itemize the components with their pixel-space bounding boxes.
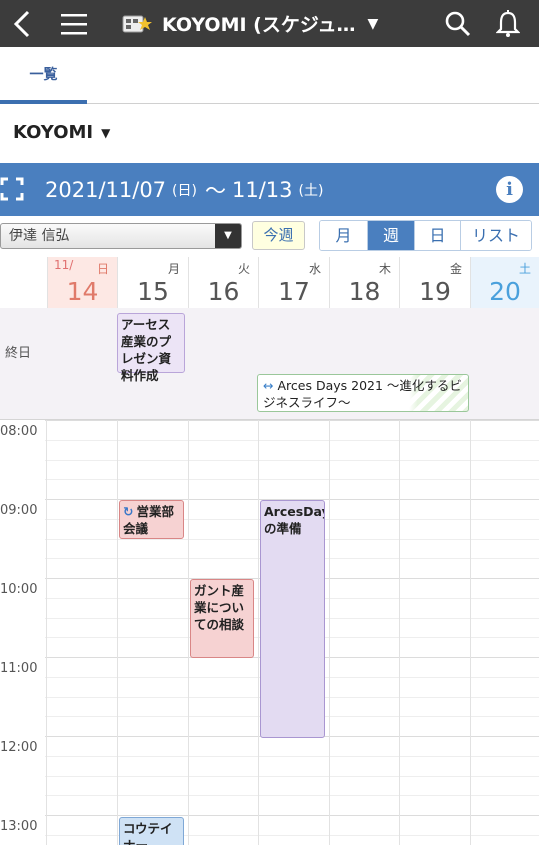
week-start-date: 2021/11/07: [45, 177, 167, 202]
bell-icon: [496, 9, 520, 37]
chevron-down-icon: ▼: [101, 125, 111, 140]
day-number: 14: [66, 277, 99, 306]
allday-label: 終日: [5, 346, 32, 361]
calendar-event[interactable]: ArcesDaysの準備: [260, 500, 325, 738]
search-button[interactable]: [438, 0, 478, 47]
time-label: 13:00: [0, 819, 38, 834]
view-list-button[interactable]: リスト: [461, 221, 531, 250]
week-end-date: 11/13: [231, 177, 293, 202]
notification-button[interactable]: [488, 0, 528, 47]
span-arrow-icon: ↔: [263, 378, 274, 393]
day-column-header[interactable]: 11/ 日 14: [47, 257, 117, 308]
day-number: 19: [419, 277, 451, 306]
week-header: 2021/11/07 (日) 〜 11/13 (土) i: [0, 163, 539, 216]
time-label: 12:00: [0, 740, 38, 755]
calendar-event[interactable]: ↻ 営業部会議: [119, 500, 184, 539]
month-label: 11/: [54, 258, 74, 272]
time-label: 10:00: [0, 582, 38, 597]
day-column-header[interactable]: 月 15: [117, 257, 188, 308]
week-range: 2021/11/07 (日) 〜 11/13 (土): [45, 163, 325, 216]
time-label: 09:00: [0, 503, 38, 518]
back-button[interactable]: [4, 0, 40, 47]
calendar-event[interactable]: ガント産業についての相談: [190, 579, 254, 658]
day-of-week: 月: [167, 262, 180, 276]
day-number: 17: [278, 277, 310, 306]
week-separator: 〜: [204, 178, 226, 203]
menu-button[interactable]: [56, 0, 92, 47]
day-of-week: 土: [518, 262, 531, 276]
day-header: 11/ 日 14 月 15 火 16 水 17 木 18 金 19 土 20: [0, 257, 539, 308]
time-label: 11:00: [0, 661, 38, 676]
calendar-event[interactable]: コウテイナー: [119, 817, 184, 845]
time-grid: 08:00 09:00 10:00 11:00 12:00 13:00 ↻ 営業部…: [0, 420, 539, 845]
top-bar: KOYOMI (スケジュ… ▼: [0, 0, 539, 47]
tab-bar: 一覧: [0, 47, 539, 104]
calendar-selector-label: KOYOMI: [13, 122, 94, 143]
user-select-value: 伊達 信弘: [9, 228, 70, 244]
menu-icon: [61, 13, 87, 34]
chevron-down-icon: ▼: [215, 224, 241, 248]
allday-event[interactable]: アーセス産業のプレゼン資料作成: [117, 313, 185, 383]
expand-icon[interactable]: [0, 177, 24, 201]
day-of-week: 火: [237, 262, 250, 276]
view-switcher: 月 週 日 リスト: [319, 220, 532, 251]
day-column-header[interactable]: 木 18: [329, 257, 399, 308]
view-month-button[interactable]: 月: [320, 221, 368, 250]
view-day-button[interactable]: 日: [415, 221, 461, 250]
allday-area: 終日 アーセス産業のプレゼン資料作成 ↔ Arces Days 2021 〜進化す…: [0, 308, 539, 420]
this-week-button[interactable]: 今週: [252, 221, 305, 250]
day-of-week: 水: [308, 262, 321, 276]
app-switcher[interactable]: KOYOMI (スケジュ… ▼: [122, 0, 410, 47]
calendar-selector[interactable]: KOYOMI ▼: [13, 122, 110, 143]
info-icon[interactable]: i: [496, 176, 523, 203]
day-column-header[interactable]: 水 17: [258, 257, 329, 308]
repeat-icon: ↻: [123, 504, 134, 519]
day-column-header[interactable]: 土 20: [470, 257, 539, 308]
day-number: 16: [207, 277, 240, 306]
day-of-week: 日: [96, 262, 109, 276]
week-end-dow: (土): [298, 182, 324, 199]
day-number: 15: [137, 277, 169, 306]
day-column-header[interactable]: 金 19: [399, 257, 470, 308]
back-icon: [13, 10, 30, 37]
chevron-down-icon: ▼: [367, 15, 379, 32]
day-number: 20: [489, 277, 521, 306]
app-icon: [122, 15, 152, 32]
allday-event[interactable]: ↔ Arces Days 2021 〜進化するビジネスライフ〜: [257, 374, 469, 412]
view-week-button[interactable]: 週: [368, 221, 415, 250]
time-label: 08:00: [0, 424, 38, 439]
week-start-dow: (日): [172, 182, 197, 199]
search-icon: [445, 11, 471, 36]
day-of-week: 木: [378, 262, 391, 276]
app-title: KOYOMI (スケジュ…: [162, 14, 356, 36]
day-number: 18: [348, 277, 381, 306]
user-select[interactable]: 伊達 信弘 ▼: [0, 223, 242, 249]
day-of-week: 金: [449, 262, 462, 276]
day-column-header[interactable]: 火 16: [188, 257, 258, 308]
tab-list[interactable]: 一覧: [0, 47, 87, 104]
event-title: Arces Days 2021 〜進化するビジネスライフ〜: [263, 378, 462, 410]
